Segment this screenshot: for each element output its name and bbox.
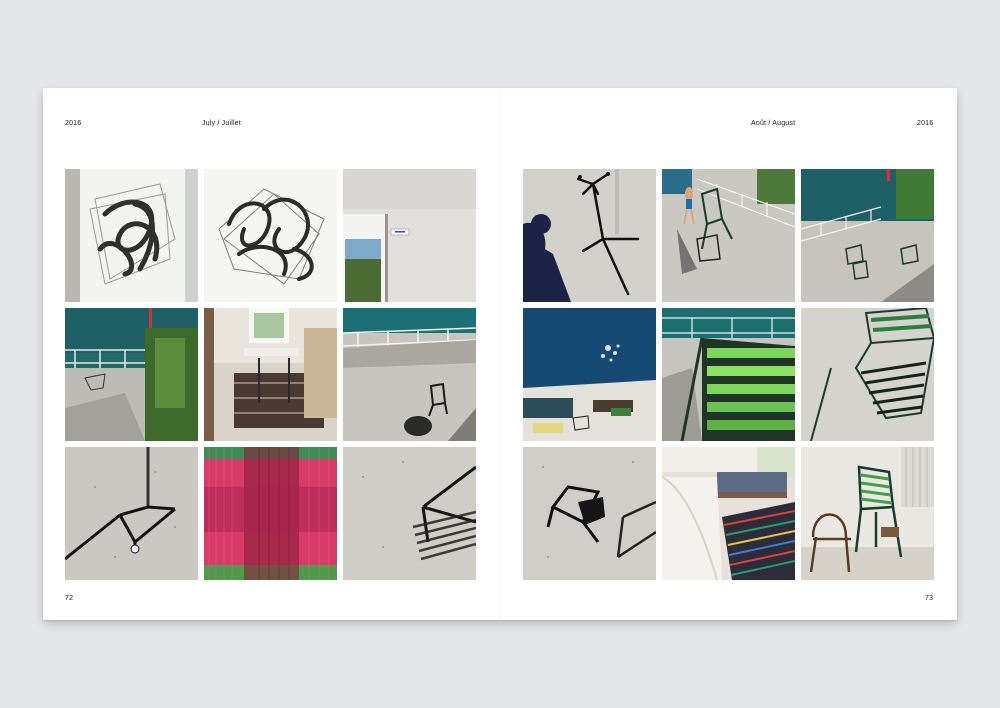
- left-month: July / Juillet: [202, 120, 241, 127]
- page-gutter: [499, 88, 501, 620]
- green-striped-chair-photo: [662, 308, 795, 441]
- right-month: Août / August: [751, 120, 796, 127]
- interior-table-rug-photo: [204, 308, 337, 441]
- chair-frame-shadow-photo: [343, 447, 476, 580]
- green-chair-interior-photo: [801, 447, 934, 580]
- blue-water-photo: [523, 308, 656, 441]
- black-chair-shadow-photo: [523, 447, 656, 580]
- terrace-chair-shadow-photo: [343, 308, 476, 441]
- terrace-railing-sea-photo: [65, 308, 198, 441]
- right-year: 2016: [917, 120, 934, 127]
- green-chair-shadow-photo: [801, 308, 934, 441]
- left-page-number: 72: [65, 595, 74, 602]
- striped-rug-bedroom-photo: [662, 447, 795, 580]
- abstract-drawing-2-photo: [204, 169, 337, 302]
- coat-rack-shadow-photo: [523, 169, 656, 302]
- abstract-drawing-1-photo: [65, 169, 198, 302]
- right-page-number: 73: [925, 595, 934, 602]
- left-year: 2016: [65, 120, 82, 127]
- pink-woven-textile-photo: [204, 447, 337, 580]
- tripod-shadow-photo: [65, 447, 198, 580]
- window-wall-photo: [343, 169, 476, 302]
- swimmer-terrace-photo: [662, 169, 795, 302]
- magazine-spread: 2016 July / Juillet Août / August 2016 7…: [43, 88, 957, 620]
- lake-terrace-chairs-photo: [801, 169, 934, 302]
